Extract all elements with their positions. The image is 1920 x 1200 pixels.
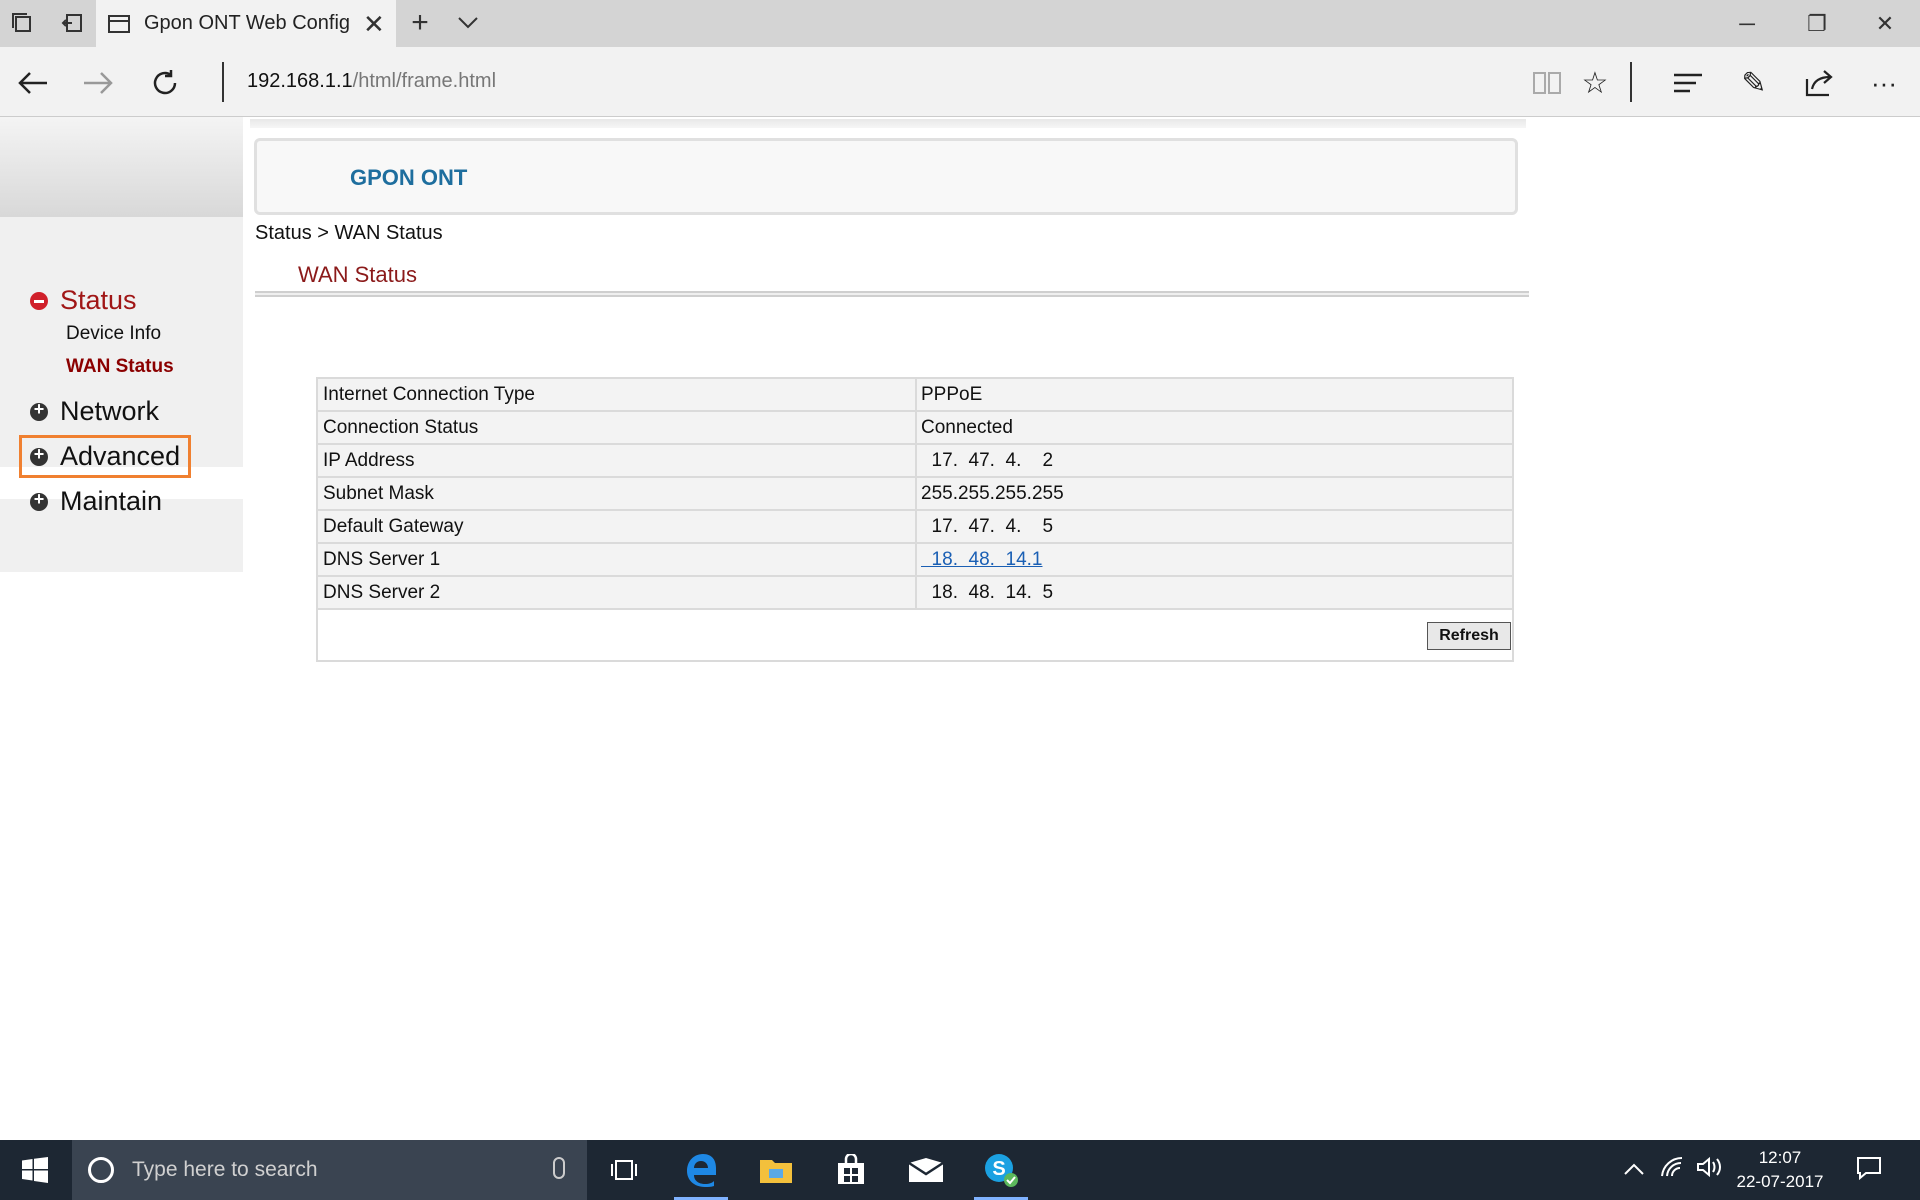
task-view-icon[interactable] (593, 1140, 655, 1200)
refresh-button[interactable]: Refresh (1427, 622, 1511, 650)
row-label: Internet Connection Type (318, 379, 917, 410)
browser-tab-bar: Gpon ONT Web Configuration ✕ + ─ ❐ ✕ (0, 0, 1920, 47)
forward-icon[interactable] (76, 61, 120, 105)
table-row: DNS Server 1 18. 48. 14.1 (318, 544, 1512, 577)
system-clock[interactable]: 12:07 22-07-2017 (1725, 1146, 1835, 1194)
skype-icon[interactable]: S (970, 1140, 1032, 1200)
notes-pen-icon[interactable]: ✎ (1732, 61, 1776, 105)
wifi-icon[interactable] (1660, 1156, 1684, 1184)
row-value: 17. 47. 4. 2 (921, 450, 1054, 471)
row-value: 255.255.255.255 (921, 483, 1064, 504)
volume-icon[interactable] (1696, 1156, 1722, 1184)
menu-status-label: Status (60, 285, 137, 315)
address-bar: 192.168.1.1/html/frame.html ☆ ✎ ··· (0, 47, 1920, 117)
table-row: Default Gateway 17. 47. 4. 5 (318, 511, 1512, 544)
dns-server-1-link[interactable]: 18. 48. 14.1 (917, 544, 1512, 575)
submenu-device-info[interactable]: Device Info (66, 323, 161, 345)
toolbar-separator (1630, 62, 1632, 102)
taskbar-search-box[interactable]: Type here to search (72, 1140, 587, 1200)
sidebar-logo-area (0, 117, 243, 217)
tab-preview-icon[interactable] (8, 9, 36, 37)
submenu-wan-status[interactable]: WAN Status (66, 356, 174, 378)
table-row: DNS Server 2 18. 48. 14. 5 (318, 577, 1512, 610)
menu-maintain-label: Maintain (60, 486, 163, 516)
header-title: GPON ONT (350, 165, 468, 190)
more-icon[interactable]: ··· (1862, 61, 1906, 105)
row-label: DNS Server 2 (318, 577, 917, 608)
show-hidden-icons-chevron-icon[interactable] (1624, 1156, 1644, 1182)
edge-browser-icon[interactable] (670, 1140, 732, 1200)
row-value: PPPoE (921, 384, 983, 405)
menu-network-label: Network (60, 396, 160, 426)
clock-time: 12:07 (1758, 1148, 1802, 1167)
expand-icon (30, 489, 48, 511)
tab-list-chevron-icon[interactable] (454, 9, 482, 37)
url-field[interactable]: 192.168.1.1/html/frame.html (247, 70, 496, 93)
hub-icon[interactable] (1666, 61, 1710, 105)
url-host: 192.168.1.1 (247, 70, 353, 92)
table-row: Subnet Mask 255.255.255.255 (318, 478, 1512, 511)
collapse-icon (30, 291, 48, 310)
tab-title: Gpon ONT Web Configuration (144, 12, 349, 34)
row-label: Subnet Mask (318, 478, 917, 509)
restore-button[interactable]: ❐ (1782, 0, 1852, 47)
row-label: Default Gateway (318, 511, 917, 542)
expand-icon (30, 399, 48, 421)
cortana-icon (88, 1157, 114, 1183)
reading-view-icon[interactable] (1525, 61, 1569, 105)
minimize-button[interactable]: ─ (1712, 0, 1782, 47)
menu-status[interactable]: Status (30, 285, 137, 316)
row-value: Connected (921, 417, 1013, 438)
store-icon[interactable] (820, 1140, 882, 1200)
menu-maintain[interactable]: Maintain (30, 486, 162, 517)
mail-icon[interactable] (895, 1140, 957, 1200)
address-separator (222, 62, 224, 102)
file-explorer-icon[interactable] (745, 1140, 807, 1200)
new-tab-icon[interactable]: + (406, 6, 434, 39)
back-tabs-icon[interactable] (58, 9, 86, 37)
button-row: Refresh (318, 610, 1512, 660)
table-row: IP Address 17. 47. 4. 2 (318, 445, 1512, 478)
table-row: Connection Status Connected (318, 412, 1512, 445)
svg-text:S: S (992, 1158, 1005, 1180)
refresh-icon[interactable] (143, 61, 187, 105)
row-label: IP Address (318, 445, 917, 476)
advanced-highlight-box (19, 435, 191, 478)
breadcrumb: Status > WAN Status (255, 222, 443, 244)
action-center-icon[interactable] (1856, 1156, 1882, 1186)
share-icon[interactable] (1797, 61, 1841, 105)
url-path: /html/frame.html (352, 70, 497, 92)
row-label: Connection Status (318, 412, 917, 443)
menu-network[interactable]: Network (30, 396, 159, 427)
row-label: DNS Server 1 (318, 544, 917, 575)
microphone-icon[interactable] (553, 1157, 565, 1179)
browser-tab[interactable]: Gpon ONT Web Configuration ✕ (96, 0, 396, 47)
header-banner: GPON ONT (254, 138, 1518, 215)
search-placeholder: Type here to search (132, 1158, 318, 1181)
page-title: WAN Status (298, 262, 417, 287)
close-icon[interactable]: ✕ (363, 11, 385, 37)
row-value: 17. 47. 4. 5 (921, 516, 1054, 537)
clock-date: 22-07-2017 (1736, 1172, 1824, 1191)
top-strip (250, 119, 1526, 128)
row-value: 18. 48. 14. 5 (921, 582, 1054, 603)
table-row: Internet Connection Type PPPoE (318, 379, 1512, 412)
windows-start-icon[interactable] (0, 1140, 70, 1200)
page-icon (108, 14, 130, 33)
wan-status-table: Internet Connection Type PPPoE Connectio… (316, 377, 1514, 662)
back-icon[interactable] (11, 61, 55, 105)
taskbar: Type here to search S 12:07 22-07-2017 (0, 1140, 1920, 1200)
favorite-star-icon[interactable]: ☆ (1573, 61, 1617, 105)
section-divider (255, 291, 1529, 297)
window-close-button[interactable]: ✕ (1850, 0, 1920, 47)
